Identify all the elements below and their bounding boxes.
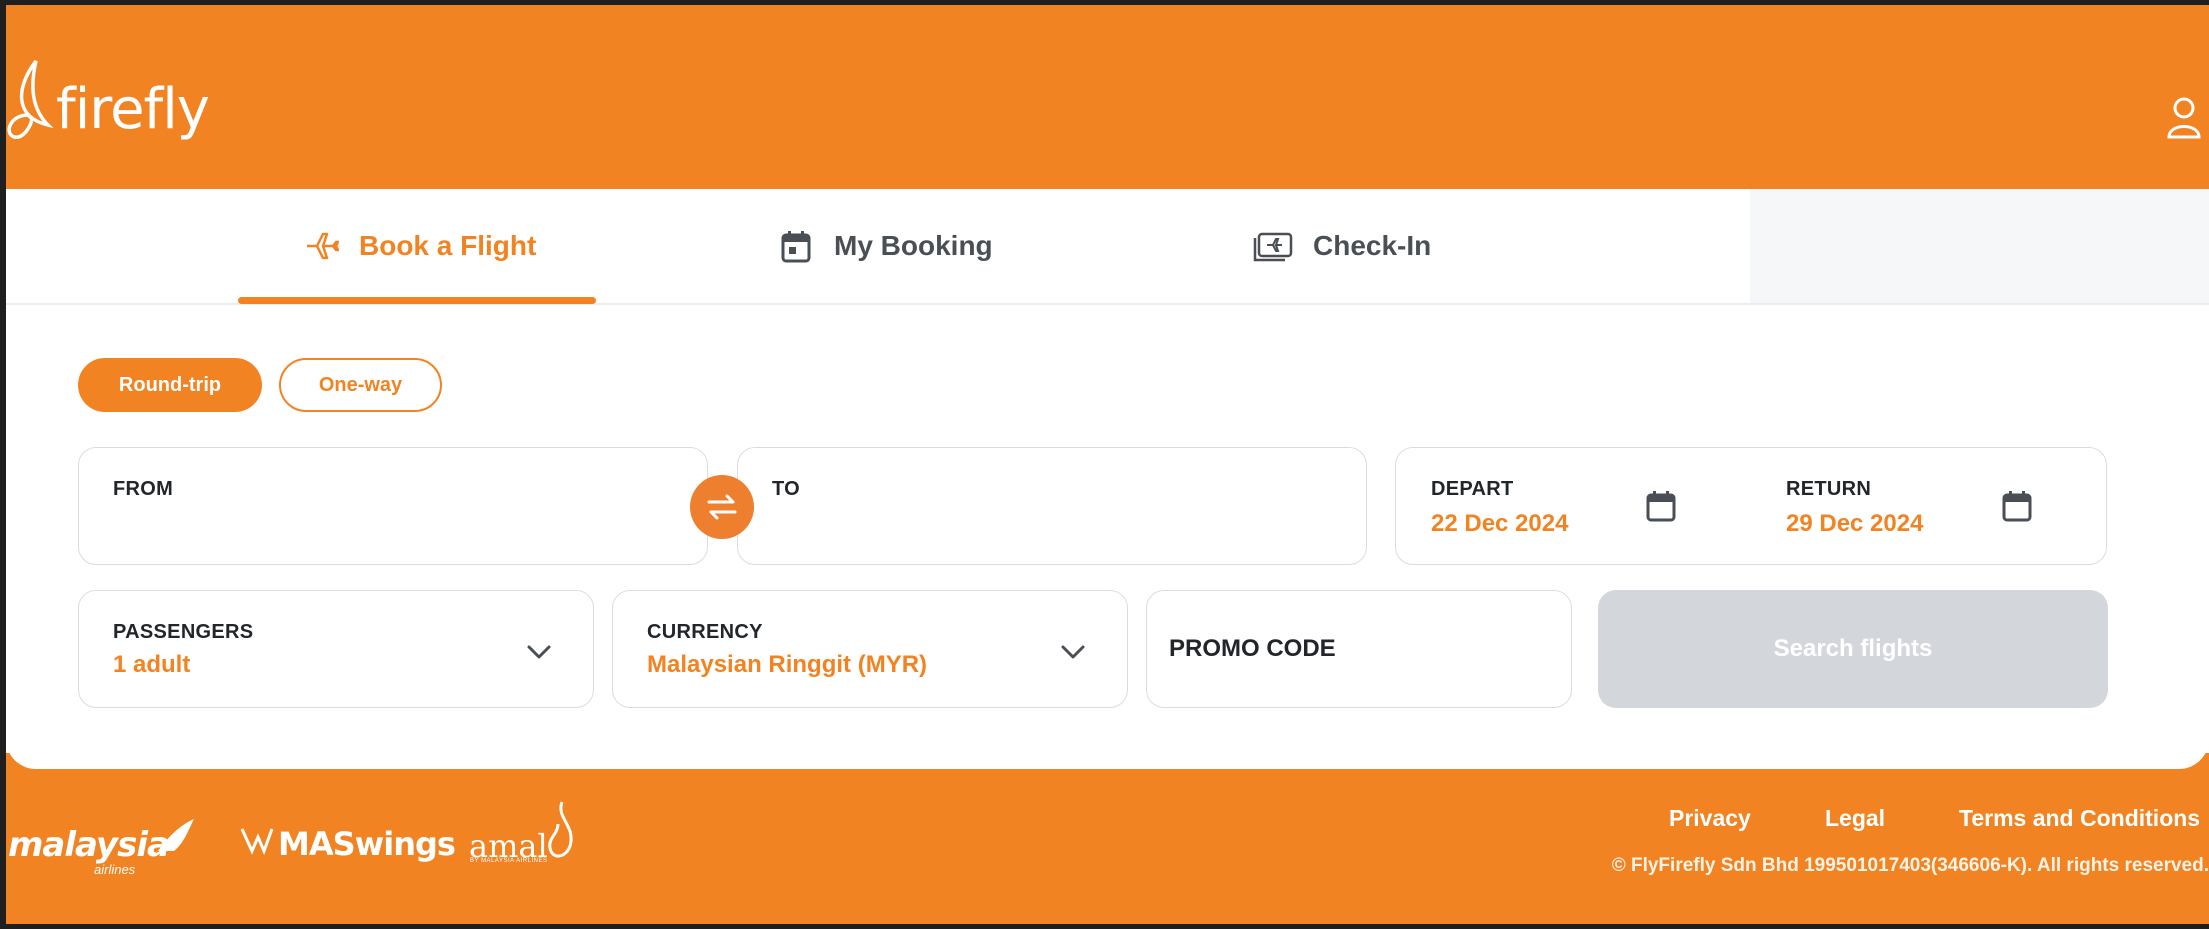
amal-sub: BY MALAYSIA AIRLINES bbox=[470, 858, 548, 864]
chevron-down-icon bbox=[527, 645, 551, 659]
to-label: TO bbox=[772, 478, 801, 500]
page: firefly Book a Flight My Booking Check-I… bbox=[6, 5, 2209, 924]
return-date[interactable]: 29 Dec 2024 bbox=[1786, 510, 1923, 538]
depart-label: DEPART bbox=[1431, 478, 1514, 500]
tab-my-booking[interactable]: My Booking bbox=[778, 189, 993, 303]
round-trip-button[interactable]: Round-trip bbox=[78, 358, 262, 412]
active-tab-indicator bbox=[238, 297, 596, 304]
calendar-icon bbox=[781, 231, 811, 263]
maswings-wing-icon bbox=[240, 828, 274, 855]
depart-date[interactable]: 22 Dec 2024 bbox=[1431, 510, 1568, 538]
ticket-icon bbox=[1253, 232, 1293, 262]
one-way-button[interactable]: One-way bbox=[279, 358, 442, 412]
depart-calendar-icon[interactable] bbox=[1646, 490, 1676, 522]
tab-label: Check-In bbox=[1313, 230, 1432, 261]
tab-check-in[interactable]: Check-In bbox=[1253, 189, 1431, 303]
return-calendar-icon[interactable] bbox=[2002, 490, 2032, 522]
tab-bar: Book a Flight My Booking Check-In bbox=[6, 189, 2209, 305]
chevron-down-icon bbox=[1061, 645, 1085, 659]
kite-icon bbox=[158, 819, 194, 851]
passengers-dropdown[interactable]: PASSENGERS 1 adult bbox=[78, 590, 594, 708]
return-label: RETURN bbox=[1786, 478, 1872, 500]
legal-link[interactable]: Legal bbox=[1825, 805, 1885, 832]
dates-field: DEPART 22 Dec 2024 RETURN 29 Dec 2024 bbox=[1395, 447, 2107, 565]
malaysia-airlines-sub: airlines bbox=[94, 862, 136, 877]
swap-airports-button[interactable] bbox=[690, 475, 754, 539]
promo-code-input[interactable] bbox=[1169, 631, 1549, 667]
logo-wordmark: firefly bbox=[56, 77, 210, 142]
currency-label: CURRENCY bbox=[647, 621, 763, 643]
tab-label: My Booking bbox=[834, 230, 993, 261]
firefly-logo[interactable]: firefly bbox=[6, 57, 210, 143]
tab-book-a-flight[interactable]: Book a Flight bbox=[303, 189, 536, 303]
promo-code-field bbox=[1146, 590, 1572, 708]
header: firefly bbox=[6, 5, 2209, 189]
amal-flame-icon bbox=[548, 801, 573, 858]
tab-bar-spacer bbox=[1750, 189, 2209, 303]
to-field[interactable]: TO bbox=[737, 447, 1367, 565]
search-flights-button[interactable]: Search flights bbox=[1598, 590, 2108, 708]
form-card-bottom bbox=[6, 731, 2209, 769]
currency-value: Malaysian Ringgit (MYR) bbox=[647, 651, 928, 678]
passengers-label: PASSENGERS bbox=[113, 621, 254, 643]
privacy-link[interactable]: Privacy bbox=[1669, 805, 1751, 832]
from-label: FROM bbox=[113, 478, 174, 500]
user-icon[interactable] bbox=[2166, 95, 2202, 139]
swap-arrows-icon bbox=[707, 494, 737, 520]
tab-label: Book a Flight bbox=[359, 230, 537, 261]
currency-dropdown[interactable]: CURRENCY Malaysian Ringgit (MYR) bbox=[612, 590, 1128, 708]
passengers-value: 1 adult bbox=[113, 651, 191, 678]
plane-icon bbox=[307, 232, 339, 260]
from-field[interactable]: FROM bbox=[78, 447, 708, 565]
copyright-text: © FlyFirefly Sdn Bhd 199501017403(346606… bbox=[1611, 855, 2209, 876]
maswings-logo[interactable]: MASwings bbox=[278, 825, 456, 863]
terms-link[interactable]: Terms and Conditions bbox=[1959, 805, 2200, 832]
malaysia-airlines-logo[interactable]: malaysia bbox=[8, 825, 170, 865]
